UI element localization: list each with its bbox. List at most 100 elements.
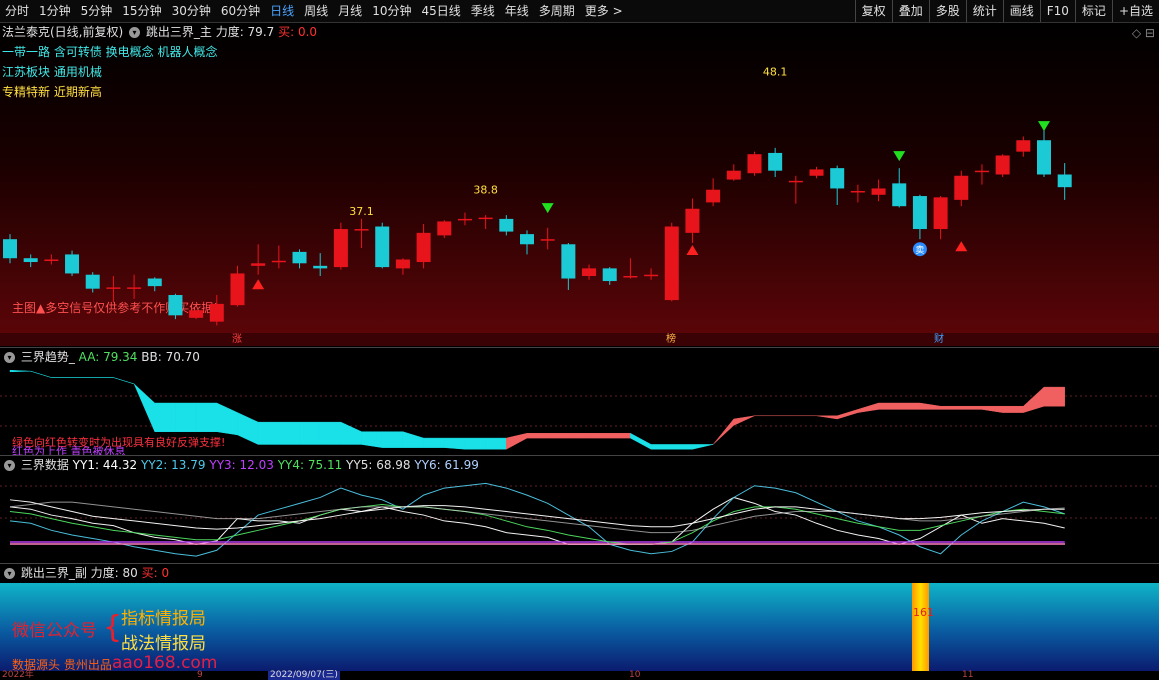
main-chart-panel[interactable]: 法兰泰克(日线,前复权) ▾ 跳出三界_主 力度: 79.7 买: 0.0 一带…	[0, 23, 1159, 333]
trend-ribbon-segment	[981, 405, 1003, 413]
candle-body	[768, 152, 783, 171]
trend-panel[interactable]: ▾ 三界趋势_ AA: 79.34 BB: 70.70 绿色向红色转变时为出现具…	[0, 347, 1159, 455]
signal-header: ▾ 跳出三界_副 力度: 80 买: 0	[2, 565, 169, 581]
candle-body	[726, 170, 741, 180]
period-tab-13[interactable]: 多周期	[534, 0, 580, 22]
trend-ribbon-segment	[547, 433, 569, 439]
trend-ribbon-segment	[526, 433, 548, 439]
toolbar-button-0[interactable]: 复权	[854, 0, 892, 22]
trend-ribbon-segment	[898, 402, 921, 410]
candle-body	[44, 259, 59, 261]
candle-body	[1037, 140, 1051, 175]
series-line-yy5	[9, 499, 1065, 530]
period-tab-5[interactable]: 60分钟	[216, 0, 265, 22]
brace-icon: {	[103, 610, 123, 645]
candle-body	[106, 287, 121, 289]
trend-ribbon-segment	[568, 433, 590, 439]
trend-ribbon-segment	[464, 437, 486, 450]
price-label: 38.8	[473, 183, 498, 196]
period-tab-10[interactable]: 45日线	[416, 0, 465, 22]
candle-body	[933, 197, 948, 230]
trend-ribbon-segment	[216, 402, 238, 436]
candle-body	[127, 287, 142, 289]
sell-badge-text: 卖	[915, 245, 924, 256]
toolbar-button-1[interactable]: 叠加	[891, 0, 929, 22]
marker-bang[interactable]: 榜	[666, 333, 676, 346]
candle-body	[912, 196, 927, 230]
signal-title[interactable]: 跳出三界_副	[21, 566, 87, 580]
trend-ribbon-segment	[175, 402, 197, 432]
candle-body	[292, 251, 307, 264]
trend-ribbon-segment	[133, 383, 156, 432]
data-panel[interactable]: ▾ 三界数据 YY1: 44.32 YY2: 13.79 YY3: 12.03 …	[0, 455, 1159, 563]
marker-zhang[interactable]: 涨	[232, 333, 242, 346]
price-label: 37.1	[349, 205, 374, 218]
marker-cai[interactable]: 财	[934, 333, 944, 346]
period-tab-9[interactable]: 10分钟	[367, 0, 416, 22]
trend-ribbon-segment	[340, 421, 362, 445]
wechat-item-2: 战法情报局	[121, 634, 206, 654]
period-tab-4[interactable]: 30分钟	[167, 0, 216, 22]
period-tab-3[interactable]: 15分钟	[117, 0, 166, 22]
trend-ribbon-segment	[1023, 386, 1045, 413]
period-tab-12[interactable]: 年线	[500, 0, 534, 22]
trend-ribbon-segment	[444, 437, 466, 450]
candle-body	[540, 239, 555, 241]
trend-ribbon-segment	[630, 432, 652, 450]
trend-ribbon-segment	[506, 432, 528, 450]
candle-body	[974, 170, 989, 173]
signal-pillar	[912, 583, 929, 672]
trend-ribbon-segment	[1002, 405, 1024, 413]
period-tab-14[interactable]: 更多 >	[580, 0, 628, 22]
candle-body	[168, 295, 183, 316]
signal-menu-icon[interactable]: ▾	[4, 568, 15, 579]
candle-body	[437, 221, 452, 236]
period-tab-7[interactable]: 周线	[299, 0, 333, 22]
trend-ribbon-segment	[650, 444, 673, 450]
candle-body	[271, 260, 286, 263]
period-tab-1[interactable]: 1分钟	[34, 0, 76, 22]
candle-body	[747, 154, 762, 174]
trend-ribbon-segment	[733, 415, 755, 426]
toolbar-button-6[interactable]: 标记	[1074, 0, 1112, 22]
toolbar-button-7[interactable]: +自选	[1111, 0, 1159, 22]
toolbar-button-3[interactable]: 统计	[965, 0, 1003, 22]
buy-arrow-icon	[252, 279, 265, 290]
period-toolbar: 分时 1分钟 5分钟 15分钟 30分钟 60分钟 日线 周线 月线 10分钟 45日线 季线 年线 多周…	[0, 0, 1159, 23]
pillar-value: 161	[913, 606, 934, 619]
toolbar-button-2[interactable]: 多股	[928, 0, 966, 22]
trend-ribbon-segment	[361, 431, 383, 448]
trend-ribbon-segment	[154, 402, 176, 432]
period-tab-8[interactable]: 月线	[333, 0, 367, 22]
candle-body	[644, 274, 659, 277]
trend-ribbon-segment	[299, 421, 321, 445]
period-tab-11[interactable]: 季线	[466, 0, 500, 22]
candle-body	[499, 218, 514, 232]
period-tab-6[interactable]: 日线	[265, 0, 299, 22]
trend-note-2: 红色为上作 青色被休息	[12, 445, 126, 455]
trend-ribbon-segment	[1043, 386, 1065, 407]
period-tab-0[interactable]: 分时	[0, 0, 34, 22]
signal-panel[interactable]: ▾ 跳出三界_副 力度: 80 买: 0 161 微信公众号 { 指标情报局 战…	[0, 563, 1159, 672]
candle-body	[1057, 174, 1072, 188]
trend-ribbon-segment	[816, 415, 838, 420]
signal-strength: 力度: 80	[90, 566, 138, 580]
candlestick-chart[interactable]: 37.1 38.8 48.1 卖	[0, 23, 1159, 333]
candle-body	[333, 229, 348, 268]
period-tab-2[interactable]: 5分钟	[76, 0, 118, 22]
candle-body	[623, 275, 638, 278]
toolbar-button-4[interactable]: 画线	[1002, 0, 1040, 22]
trend-ribbon-segment	[195, 402, 218, 432]
candle-body	[3, 239, 17, 259]
candle-body	[375, 226, 390, 268]
candle-body	[809, 169, 824, 176]
trend-ribbon-segment	[961, 405, 983, 410]
multi-line-chart	[0, 482, 1159, 557]
candle-body	[850, 190, 865, 193]
candle-body	[209, 303, 224, 322]
wechat-item-1: 指标情报局	[121, 609, 206, 629]
trend-ribbon-segment	[381, 431, 404, 448]
candle-body	[395, 259, 410, 269]
toolbar-button-5[interactable]: F10	[1039, 0, 1075, 22]
trend-ribbon-segment	[857, 402, 879, 413]
